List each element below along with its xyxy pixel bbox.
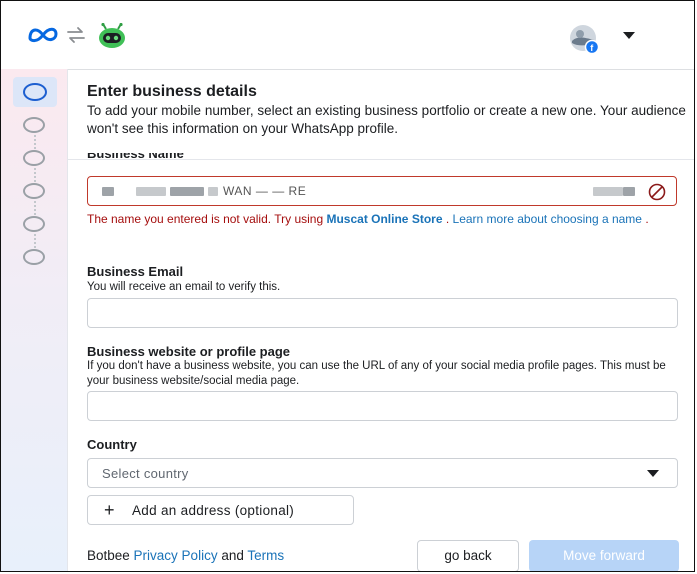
privacy-policy-link[interactable]: Privacy Policy	[134, 548, 218, 563]
learn-more-link[interactable]: Learn more about choosing a name	[453, 212, 642, 226]
step-indicator	[23, 117, 45, 133]
business-website-label: Business website or profile page	[87, 344, 290, 359]
add-address-button[interactable]: + Add an address (optional)	[87, 495, 354, 525]
country-select[interactable]: Select country	[87, 458, 678, 488]
top-bar: f	[1, 1, 694, 70]
suggested-name-link[interactable]: Muscat Online Store	[326, 212, 442, 226]
step-indicator	[23, 249, 45, 265]
terms-link[interactable]: Terms	[247, 548, 284, 563]
header-divider	[67, 159, 694, 160]
redacted-text	[102, 187, 114, 196]
country-label: Country	[87, 437, 137, 452]
profile-avatar-icon[interactable]: f	[569, 24, 599, 54]
step-connector	[34, 135, 36, 149]
meta-logo-icon	[28, 27, 58, 43]
app-window: f Enter business details To add your mob…	[0, 0, 695, 572]
redacted-text	[208, 187, 218, 196]
step-connector	[34, 201, 36, 215]
add-address-label: Add an address (optional)	[132, 503, 295, 518]
page-intro: To add your mobile number, select an exi…	[87, 103, 686, 136]
business-name-error: The name you entered is not valid. Try u…	[87, 212, 649, 226]
chevron-down-icon	[647, 470, 659, 477]
swap-arrows-icon	[67, 27, 85, 43]
plus-icon: +	[104, 500, 115, 520]
redacted-text	[623, 187, 635, 196]
business-website-input[interactable]	[87, 391, 678, 421]
redacted-text	[170, 187, 204, 196]
business-name-input[interactable]: WAN — — RE	[87, 176, 677, 206]
business-website-help: If you don't have a business website, yo…	[87, 360, 666, 387]
page-title: Enter business details	[87, 83, 257, 100]
step-indicator	[23, 150, 45, 166]
step-connector	[34, 168, 36, 182]
business-email-input[interactable]	[87, 298, 678, 328]
progress-stepper	[1, 69, 68, 571]
step-indicator-current	[13, 77, 57, 107]
country-select-value: Select country	[102, 466, 189, 481]
step-indicator	[23, 183, 45, 199]
redacted-text	[593, 187, 623, 196]
business-email-help: You will receive an email to verify this…	[87, 281, 281, 293]
business-name-value: WAN — — RE	[223, 184, 307, 198]
invalid-block-icon	[648, 183, 666, 201]
go-back-button[interactable]: go back	[417, 540, 519, 571]
move-forward-button[interactable]: Move forward	[529, 540, 679, 571]
business-details-form: Enter business details To add your mobil…	[67, 69, 694, 571]
bot-avatar-icon	[99, 23, 125, 48]
business-email-label: Business Email	[87, 264, 184, 279]
step-connector	[34, 234, 36, 248]
legal-footer: Botbee Privacy Policy and Terms	[87, 548, 285, 563]
account-menu-caret-down-icon[interactable]	[623, 32, 635, 40]
redacted-text	[136, 187, 166, 196]
step-indicator	[23, 216, 45, 232]
